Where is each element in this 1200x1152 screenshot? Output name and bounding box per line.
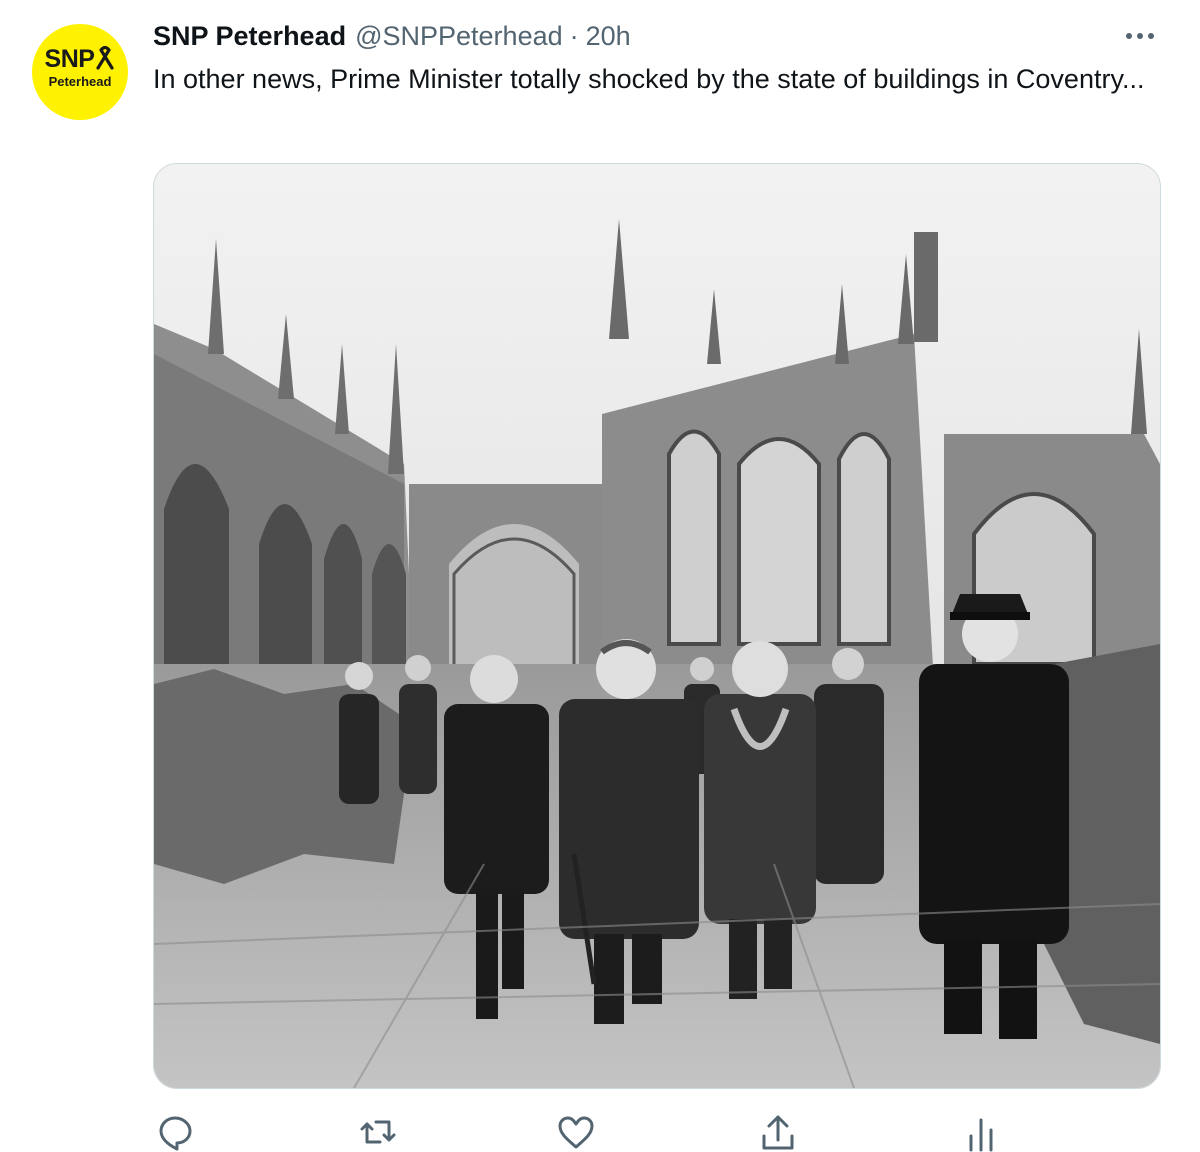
heart-icon [558, 1116, 594, 1149]
like-button[interactable] [556, 1112, 596, 1152]
retweet-button[interactable] [358, 1112, 398, 1152]
reply-icon [159, 1116, 192, 1151]
snp-ribbon-icon [96, 45, 115, 70]
more-horizontal-icon [1126, 33, 1154, 39]
author-handle[interactable]: @SNPPeterhead [355, 18, 563, 54]
separator-dot: · [569, 21, 579, 51]
tweet-text: In other news, Prime Minister totally sh… [153, 64, 1145, 94]
avatar-logo-subtext: Peterhead [48, 74, 112, 89]
avatar[interactable]: SNP Peterhead [32, 24, 128, 120]
tweet-actions [153, 1112, 1053, 1152]
more-options-button[interactable] [1120, 22, 1160, 50]
tweet-timestamp[interactable]: 20h [586, 18, 631, 54]
avatar-logo: SNP [32, 45, 128, 73]
author-display-name[interactable]: SNP Peterhead [153, 18, 346, 54]
reply-button[interactable] [155, 1112, 195, 1152]
tweet-photo[interactable] [153, 163, 1161, 1089]
tweet-header: SNP Peterhead @SNPPeterhead · 20h [153, 18, 631, 54]
analytics-icon [969, 1118, 993, 1152]
share-button[interactable] [758, 1112, 798, 1152]
analytics-button[interactable] [961, 1112, 1001, 1152]
retweet-icon [360, 1120, 396, 1144]
tweet: SNP Peterhead SNP Peterhead @SNPPeterhea… [0, 0, 1200, 1152]
photo-coventry-cathedral-ruins [154, 164, 1160, 1088]
avatar-logo-text: SNP [44, 45, 95, 73]
share-icon [762, 1115, 794, 1150]
